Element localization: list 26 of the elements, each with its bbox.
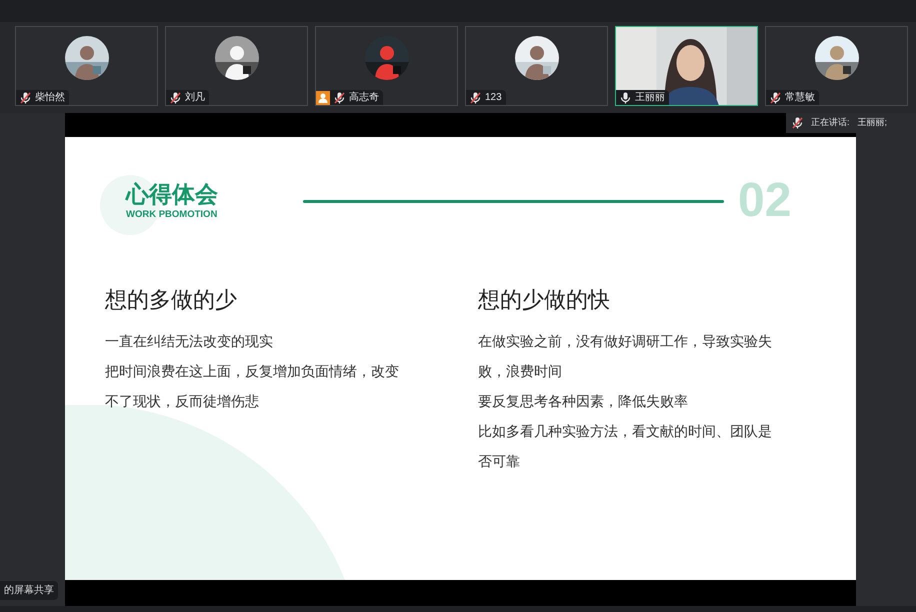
paragraph: 把时间浪费在这上面，反复增加负面情绪，改变不了现状，反而徒增伤悲	[105, 362, 400, 411]
muted-mic-icon	[792, 117, 803, 129]
participant-tile[interactable]: 王丽丽	[615, 26, 758, 106]
participant-name: 王丽丽	[635, 92, 665, 102]
paragraph: 在做实验之前，没有做好调研工作，导致实验失败，浪费时间	[478, 332, 773, 381]
paragraph: 比如多看几种实验方法，看文献的时间、团队是否可靠	[478, 422, 773, 471]
participant-name: 柴怡然	[35, 92, 65, 102]
speaker-name: 王丽丽;	[858, 116, 888, 130]
participant-name: 刘凡	[185, 92, 205, 102]
participant-name: 高志奇	[349, 92, 379, 102]
column-heading: 想的多做的少	[105, 286, 238, 314]
section-number: 02	[738, 177, 792, 225]
slide-subtitle: WORK PBOMOTION	[126, 208, 218, 222]
speaking-label: 正在讲话:	[811, 116, 850, 130]
participant-tile[interactable]: 123	[465, 26, 608, 106]
participant-tile[interactable]: 常慧敏	[765, 26, 908, 106]
participant-name: 123	[485, 92, 502, 102]
paragraph: 一直在纠结无法改变的现实	[105, 332, 274, 351]
slide-title: 心得体会	[126, 180, 219, 208]
participant-tile[interactable]: 刘凡	[165, 26, 308, 106]
participant-tile[interactable]: 高志奇	[315, 26, 458, 106]
participant-name: 常慧敏	[785, 92, 815, 102]
column-heading: 想的少做的快	[478, 286, 611, 314]
paragraph: 要反复思考各种因素，降低失败率	[478, 392, 689, 411]
participant-tile[interactable]: 柴怡然	[15, 26, 158, 106]
share-label: 的屏幕共享	[0, 581, 58, 600]
